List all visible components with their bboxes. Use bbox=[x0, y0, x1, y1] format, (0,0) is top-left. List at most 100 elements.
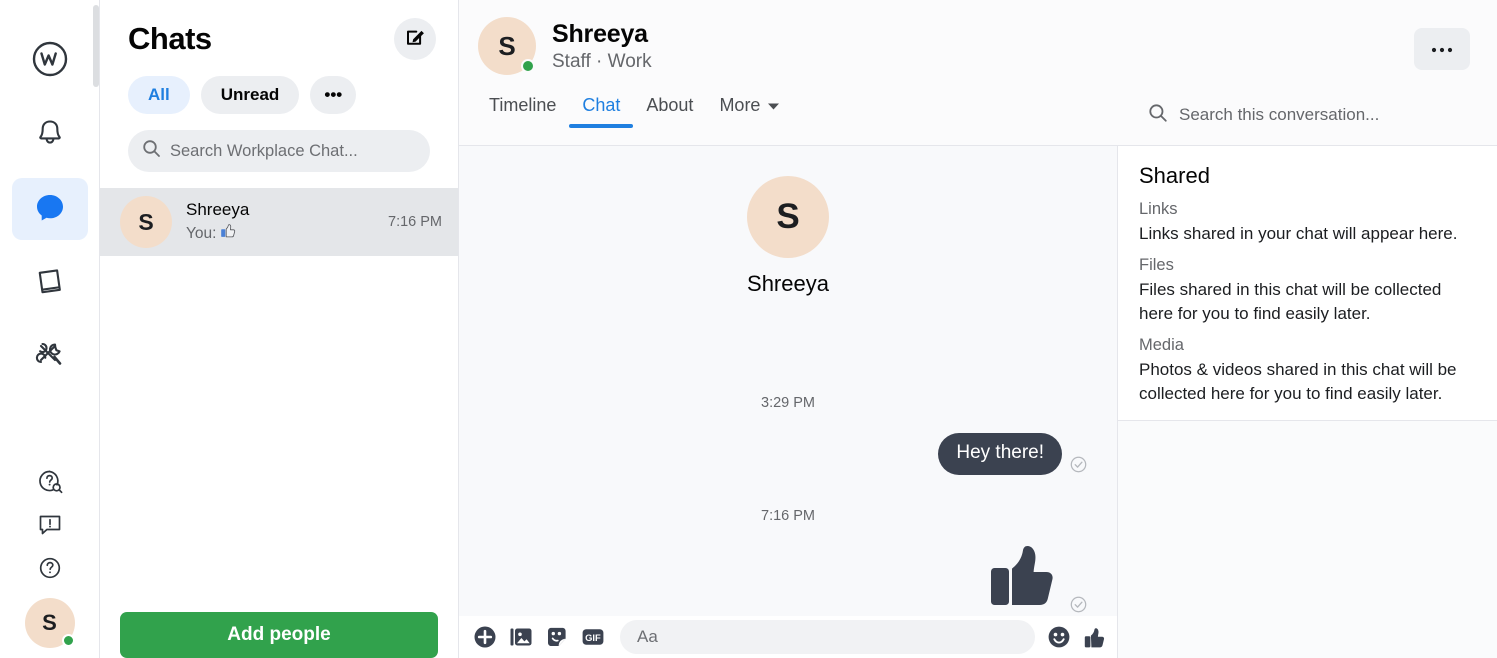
left-nav-rail: S bbox=[0, 0, 99, 658]
like-icon[interactable] bbox=[1082, 625, 1107, 650]
search-icon bbox=[142, 139, 161, 163]
tools-icon bbox=[30, 335, 70, 380]
chat-bubble-icon bbox=[32, 189, 68, 230]
emoji-icon[interactable] bbox=[1046, 625, 1071, 650]
user-avatar[interactable]: S bbox=[24, 598, 75, 648]
search-input[interactable]: Search Workplace Chat... bbox=[128, 130, 430, 172]
bell-icon bbox=[31, 114, 69, 157]
chat-list-panel: Chats All Unread ••• Search Workplace Ch… bbox=[99, 0, 459, 658]
conversation-subtitle: Staff · Work bbox=[552, 50, 652, 72]
message-bubble[interactable]: Hey there! bbox=[938, 433, 1062, 475]
sidebar-item-feedback[interactable] bbox=[24, 506, 76, 549]
sidebar-item-knowledge-library[interactable] bbox=[12, 252, 88, 314]
chat-search-wrap: Search Workplace Chat... bbox=[100, 114, 458, 172]
feedback-icon bbox=[35, 510, 65, 545]
help-search-icon bbox=[35, 467, 65, 502]
sidebar-item-help-search[interactable] bbox=[24, 463, 76, 506]
thread-and-shared: S Shreeya 3:29 PM Hey there! 7:16 PM GIF… bbox=[459, 146, 1497, 658]
rail-primary-icons bbox=[0, 0, 99, 400]
tab-more[interactable]: More bbox=[706, 95, 793, 127]
svg-text:GIF: GIF bbox=[585, 632, 601, 643]
shared-section-files: Files Files shared in this chat will be … bbox=[1139, 252, 1476, 326]
filter-unread[interactable]: Unread bbox=[200, 76, 300, 114]
conversation-intro: S Shreeya bbox=[489, 176, 1087, 297]
message-thread: S Shreeya 3:29 PM Hey there! 7:16 PM GIF… bbox=[459, 146, 1118, 658]
filter-more-button[interactable]: ••• bbox=[310, 76, 357, 114]
shared-section-label: Media bbox=[1139, 336, 1184, 354]
tab-chat[interactable]: Chat bbox=[569, 95, 634, 128]
sidebar-item-help[interactable] bbox=[24, 549, 76, 592]
list-item-time: 7:16 PM bbox=[388, 214, 442, 230]
workplace-chat-app: S Chats All Unread ••• Search Workplace … bbox=[0, 0, 1497, 658]
chat-list-title-row: Chats bbox=[128, 18, 436, 60]
shared-section-text: Files shared in this chat will be collec… bbox=[1139, 280, 1442, 323]
shared-panel-empty-area bbox=[1118, 421, 1497, 658]
chat-list-footer: Add people bbox=[100, 612, 458, 658]
shared-title: Shared bbox=[1139, 163, 1210, 188]
sidebar-item-notifications[interactable] bbox=[12, 104, 88, 166]
new-message-button[interactable] bbox=[394, 18, 436, 60]
gif-icon[interactable]: GIF bbox=[580, 625, 605, 650]
conversation-options-button[interactable] bbox=[1414, 28, 1470, 70]
conversation-names: Shreeya Staff · Work bbox=[552, 19, 652, 74]
chevron-down-icon bbox=[767, 95, 780, 116]
rail-secondary-icons: S bbox=[0, 463, 99, 658]
search-input-placeholder: Search Workplace Chat... bbox=[170, 141, 358, 160]
filter-all[interactable]: All bbox=[128, 76, 190, 114]
delivered-check-icon bbox=[1070, 596, 1087, 613]
conversation-search-placeholder: Search this conversation... bbox=[1179, 105, 1380, 124]
shared-section-label: Files bbox=[1139, 256, 1174, 274]
chat-filter-pills: All Unread ••• bbox=[100, 76, 458, 114]
delivered-check-icon bbox=[1070, 456, 1087, 473]
conversation-header: S Shreeya Staff · Work Timeline Chat Abo… bbox=[459, 0, 1497, 146]
list-item-snippet: You: bbox=[186, 222, 388, 245]
add-people-button[interactable]: Add people bbox=[120, 612, 438, 658]
shared-section-label: Links bbox=[1139, 200, 1178, 218]
tab-timeline[interactable]: Timeline bbox=[476, 95, 569, 127]
intro-name: Shreeya bbox=[747, 271, 829, 296]
help-circle-icon bbox=[35, 553, 65, 588]
compose-pencil-icon bbox=[405, 26, 426, 52]
tab-more-label: More bbox=[719, 95, 761, 115]
thumbs-up-blue-icon bbox=[220, 222, 237, 245]
shared-section-media: Media Photos & videos shared in this cha… bbox=[1139, 332, 1476, 406]
shared-panel: Shared Links Links shared in your chat w… bbox=[1118, 146, 1497, 658]
sidebar-item-workplace-logo[interactable] bbox=[12, 30, 88, 92]
chat-list-rows: S Shreeya You: 7:16 PM bbox=[100, 188, 458, 256]
online-status-dot bbox=[61, 634, 75, 647]
message-composer: GIF Aa bbox=[459, 616, 1117, 658]
message-input-placeholder: Aa bbox=[637, 627, 658, 646]
photo-icon[interactable] bbox=[508, 625, 533, 650]
conversation-title: Shreeya bbox=[552, 19, 648, 48]
ellipsis-icon bbox=[1431, 40, 1453, 58]
conversation-identity: S Shreeya Staff · Work bbox=[459, 0, 1497, 75]
list-item-content: Shreeya You: bbox=[186, 199, 388, 245]
page-title: Chats bbox=[128, 21, 212, 56]
message-row bbox=[489, 534, 1087, 615]
conversation-search-input[interactable]: Search this conversation... bbox=[1132, 95, 1487, 135]
sticker-icon[interactable] bbox=[544, 625, 569, 650]
shared-section-text: Links shared in your chat will appear he… bbox=[1139, 224, 1458, 243]
message-thread-scroll[interactable]: S Shreeya 3:29 PM Hey there! 7:16 PM bbox=[459, 146, 1117, 616]
add-attachment-icon[interactable] bbox=[472, 625, 497, 650]
book-icon bbox=[31, 262, 69, 305]
avatar: S bbox=[747, 176, 829, 258]
list-item-snippet-prefix: You: bbox=[186, 224, 217, 242]
workplace-logo-icon bbox=[30, 39, 70, 84]
shared-panel-content: Shared Links Links shared in your chat w… bbox=[1118, 146, 1497, 420]
shared-section-links: Links Links shared in your chat will app… bbox=[1139, 196, 1476, 246]
tab-about[interactable]: About bbox=[633, 95, 706, 127]
sidebar-item-tools[interactable] bbox=[12, 326, 88, 388]
sidebar-item-chat[interactable] bbox=[11, 178, 88, 240]
conversation-avatar[interactable]: S bbox=[478, 17, 536, 75]
online-status-dot bbox=[521, 59, 535, 73]
shared-section-text: Photos & videos shared in this chat will… bbox=[1139, 360, 1457, 403]
list-item-name: Shreeya bbox=[186, 200, 250, 219]
chat-list-header: Chats bbox=[100, 0, 458, 60]
list-item[interactable]: S Shreeya You: 7:16 PM bbox=[100, 188, 458, 256]
message-row: Hey there! bbox=[489, 433, 1087, 475]
conversation-main: S Shreeya Staff · Work Timeline Chat Abo… bbox=[459, 0, 1497, 658]
search-icon bbox=[1148, 103, 1168, 128]
thumbs-up-sticker-icon[interactable] bbox=[986, 534, 1062, 615]
message-input[interactable]: Aa bbox=[620, 620, 1035, 654]
